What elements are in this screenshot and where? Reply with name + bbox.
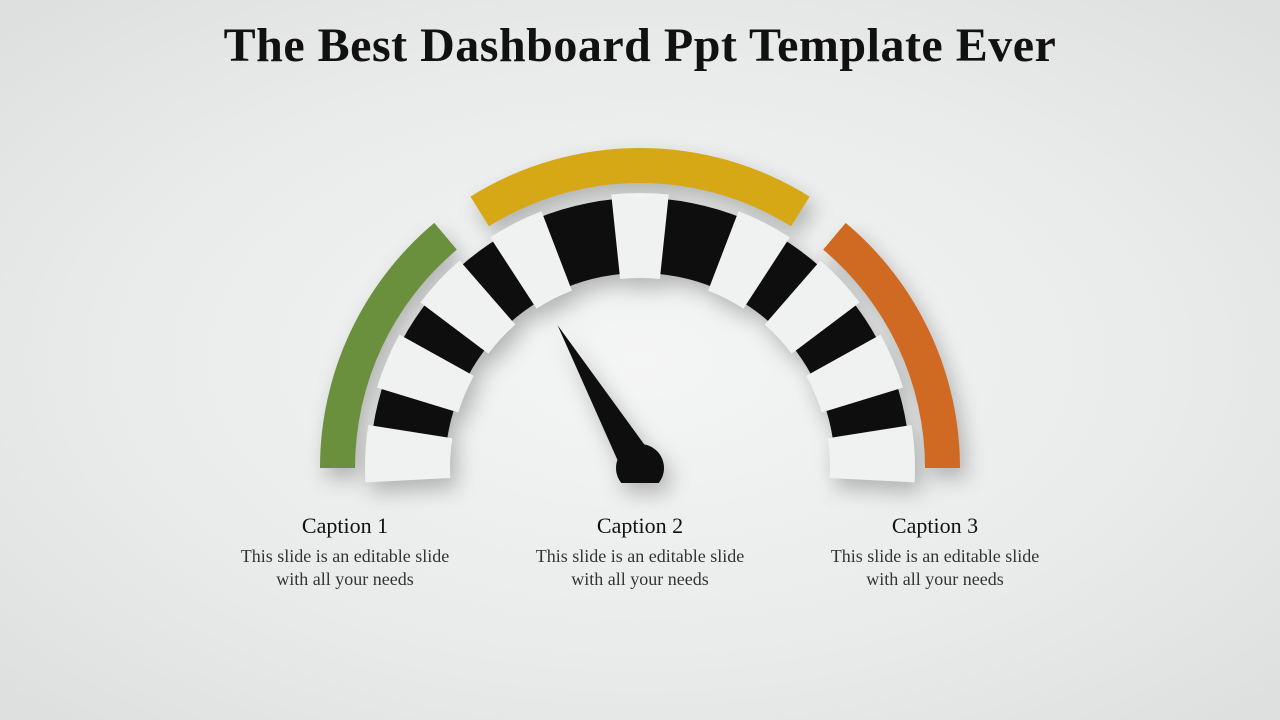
gauge-speedometer <box>300 113 980 483</box>
caption-1-body: This slide is an editable slide with all… <box>230 545 460 590</box>
caption-2-title: Caption 2 <box>525 513 755 539</box>
caption-1: Caption 1 This slide is an editable slid… <box>230 513 460 590</box>
slide-title: The Best Dashboard Ppt Template Ever <box>0 0 1280 73</box>
caption-2-body: This slide is an editable slide with all… <box>525 545 755 590</box>
caption-1-title: Caption 1 <box>230 513 460 539</box>
caption-2: Caption 2 This slide is an editable slid… <box>525 513 755 590</box>
caption-3-body: This slide is an editable slide with all… <box>820 545 1050 590</box>
caption-3-title: Caption 3 <box>820 513 1050 539</box>
captions-row: Caption 1 This slide is an editable slid… <box>230 513 1050 590</box>
caption-3: Caption 3 This slide is an editable slid… <box>820 513 1050 590</box>
gauge-tick-5 <box>611 193 668 279</box>
